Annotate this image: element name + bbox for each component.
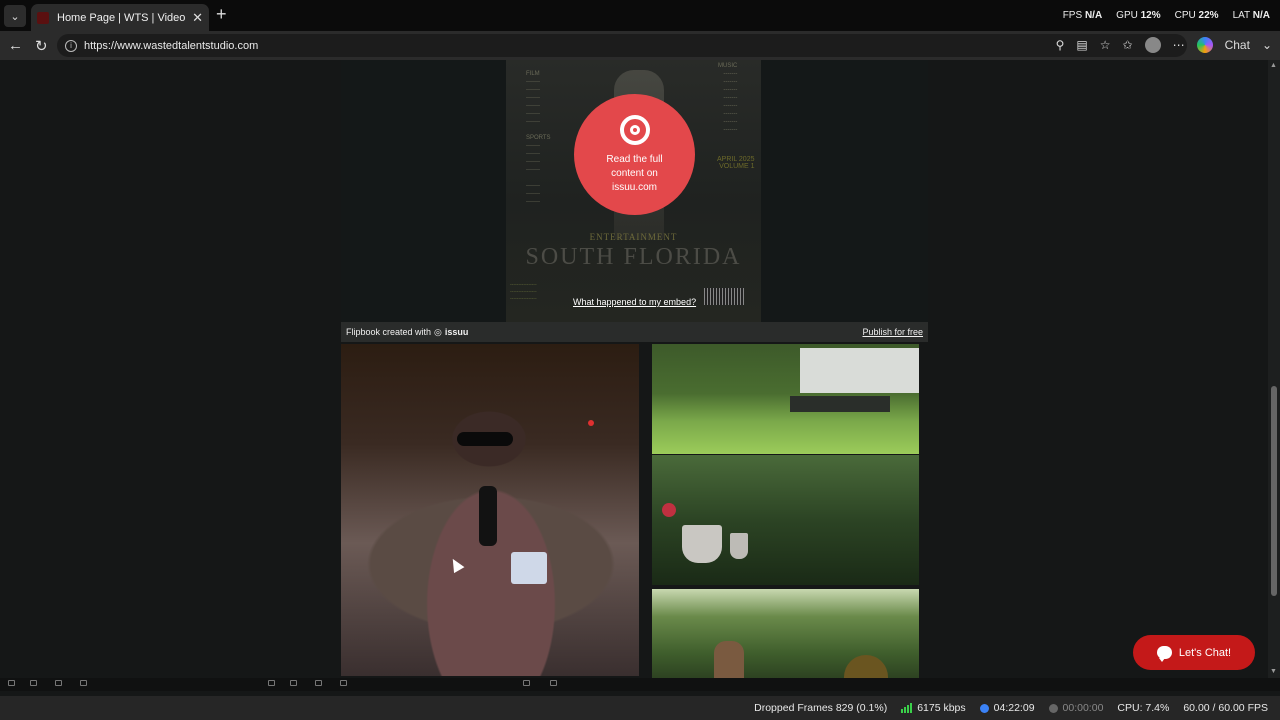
issuu-logo-icon [619, 114, 650, 145]
cover-kicker: ENTERTAINMENT [589, 232, 678, 242]
issuu-embed: FILM ------- ------- ------- ------- ------- -… [341, 60, 928, 342]
cover-date: APRIL 2025 VOLUME 1 [717, 156, 755, 170]
address-field[interactable]: i https://www.wastedtalentstudio.com [57, 34, 1187, 57]
tab-strip: ⌄ Home Page | WTS | Video Services ✕ + F… [0, 0, 1280, 31]
background-app-toolbar [0, 678, 1280, 691]
tab-title: Home Page | WTS | Video Services [57, 11, 188, 24]
cover-left-column-text: FILM ------- ------- ------- ------- ------- -… [526, 71, 551, 205]
cpu-readout: CPU 22% [1174, 10, 1219, 21]
publish-for-free-link[interactable]: Publish for free [862, 327, 923, 337]
scroll-up-icon[interactable]: ▲ [1270, 62, 1277, 69]
browser-toolbar: ⚲ ▤ ☆ ✩ ⋯ Chat ⌄ [1056, 37, 1272, 53]
cover-headline: SOUTH FLORIDA [525, 244, 742, 270]
garden-planter-photo [652, 455, 919, 585]
issuu-small-logo-icon: ◎ [434, 326, 442, 337]
more-options-icon[interactable]: ⋯ [1173, 38, 1185, 52]
read-on-issuu-button[interactable]: Read the full content on issuu.com [574, 94, 695, 215]
recording-icon [1048, 703, 1058, 713]
page-scrollbar[interactable]: ▲ ▼ [1268, 60, 1280, 678]
cover-footnote: ---------------- ---------------- --------… [510, 282, 537, 302]
lat-readout: LAT N/A [1232, 10, 1270, 21]
navigation-bar: ← ↻ i https://www.wastedtalentstudio.com… [0, 31, 1280, 60]
tab-actions-menu-button[interactable]: ⌄ [4, 5, 26, 27]
fps-readout: FPS N/A [1062, 10, 1103, 21]
site-info-icon[interactable]: i [65, 39, 77, 52]
chat-bubble-icon [1156, 646, 1172, 662]
cpu-usage: CPU: 7.4% [1117, 702, 1170, 714]
read-on-issuu-label: Read the full content on issuu.com [606, 153, 663, 193]
favorites-icon[interactable]: ✩ [1123, 38, 1133, 52]
chevron-down-icon: ⌄ [10, 10, 20, 23]
fps-counter: 60.00 / 60.00 FPS [1183, 702, 1268, 714]
bitrate-item: 6175 kbps [901, 702, 966, 714]
chat-label[interactable]: Chat [1225, 38, 1250, 52]
lets-chat-button[interactable]: Let's Chat! [1133, 635, 1255, 670]
streaming-icon [979, 703, 989, 713]
new-tab-button[interactable]: + [216, 4, 227, 25]
favorite-star-icon[interactable]: ☆ [1100, 38, 1111, 52]
embed-footer: Flipbook created with ◎ issuu Publish fo… [341, 322, 928, 342]
stream-time-item: 04:22:09 [979, 702, 1035, 714]
issuu-brand[interactable]: issuu [445, 327, 469, 337]
garden-path-photo [652, 589, 919, 678]
scroll-down-icon[interactable]: ▼ [1270, 668, 1277, 675]
site-favicon-icon [37, 11, 49, 24]
dropped-frames: Dropped Frames 829 (0.1%) [754, 702, 888, 714]
reading-view-icon[interactable]: ▤ [1076, 38, 1087, 52]
chevron-down-icon[interactable]: ⌄ [1262, 38, 1272, 52]
scrollbar-thumb[interactable] [1271, 386, 1277, 596]
cover-right-column-text: MUSIC ------- ------- ------- ------- -------… [718, 63, 738, 133]
performer-photo [341, 344, 639, 676]
lets-chat-label: Let's Chat! [1178, 646, 1232, 659]
url-text: https://www.wastedtalentstudio.com [84, 39, 259, 52]
copilot-icon[interactable] [1196, 37, 1213, 53]
zoom-icon[interactable]: ⚲ [1056, 38, 1065, 52]
performance-overlay: FPS N/A GPU 12% CPU 22% LAT N/A [1063, 10, 1270, 21]
back-arrow-icon[interactable]: ← [8, 37, 23, 54]
embed-help-link[interactable]: What happened to my embed? [573, 297, 696, 307]
web-page: FILM ------- ------- ------- ------- ------- -… [0, 60, 1268, 678]
record-time-item: 00:00:00 [1048, 702, 1103, 714]
profile-avatar[interactable] [1144, 37, 1161, 53]
active-tab[interactable]: Home Page | WTS | Video Services ✕ [31, 4, 209, 31]
refresh-icon[interactable]: ↻ [35, 37, 48, 55]
created-with-credit: Flipbook created with ◎ issuu [346, 326, 469, 338]
streaming-status-bar: Dropped Frames 829 (0.1%) 6175 kbps 04:2… [0, 696, 1280, 720]
garden-bench-photo [652, 344, 919, 454]
gpu-readout: GPU 12% [1116, 10, 1161, 21]
close-tab-icon[interactable]: ✕ [192, 10, 203, 26]
barcode-image [704, 288, 744, 305]
signal-bars-icon [901, 703, 913, 713]
